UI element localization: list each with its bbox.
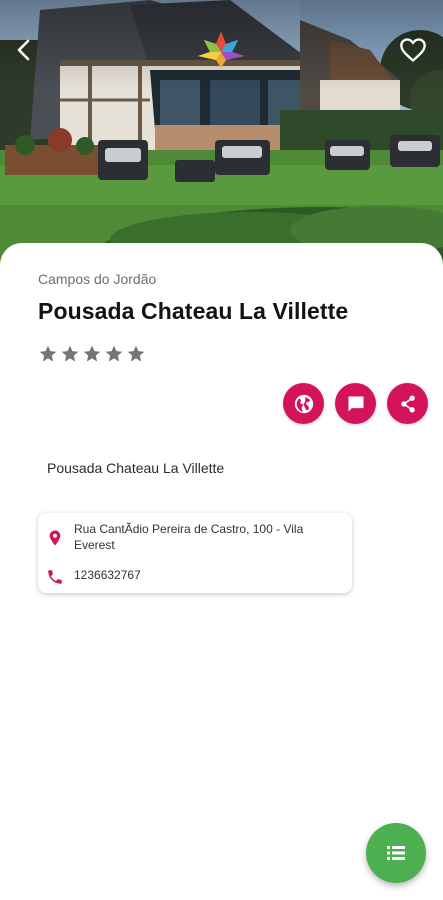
- share-icon: [400, 395, 415, 412]
- star-icon: [61, 345, 79, 362]
- maple-leaf-logo: [198, 32, 244, 68]
- chat-icon: [348, 396, 363, 411]
- city-label: Campos do Jordão: [38, 271, 157, 287]
- arrow-back-icon: [17, 39, 30, 61]
- list-icon: [387, 846, 405, 860]
- heart-outline-icon: [400, 38, 426, 62]
- star-icon: [83, 345, 101, 362]
- hotel-description: Pousada Chateau La Villette: [47, 460, 225, 476]
- star-icon: [127, 345, 145, 362]
- action-buttons: [283, 383, 428, 424]
- back-button[interactable]: [2, 28, 46, 72]
- hotel-name: Pousada Chateau La Villette: [38, 298, 349, 324]
- star-icon: [105, 345, 123, 362]
- phone-icon: [48, 570, 62, 584]
- address-text: Rua CantÃdio Pereira de Castro, 100 - Vi…: [74, 522, 304, 552]
- contact-card: Rua CantÃdio Pereira de Castro, 100 - Vi…: [38, 513, 352, 593]
- location-pin-icon: [49, 530, 61, 546]
- website-button[interactable]: [283, 383, 324, 424]
- app-logo: [196, 30, 246, 70]
- list-fab-button[interactable]: [366, 823, 426, 883]
- rating-stars: [38, 344, 146, 364]
- favorite-button[interactable]: [391, 28, 435, 72]
- phone-text: 1236632767: [74, 568, 141, 582]
- message-button[interactable]: [335, 383, 376, 424]
- share-button[interactable]: [387, 383, 428, 424]
- star-icon: [39, 345, 57, 362]
- globe-icon: [294, 394, 313, 413]
- hotel-photo: [0, 0, 443, 280]
